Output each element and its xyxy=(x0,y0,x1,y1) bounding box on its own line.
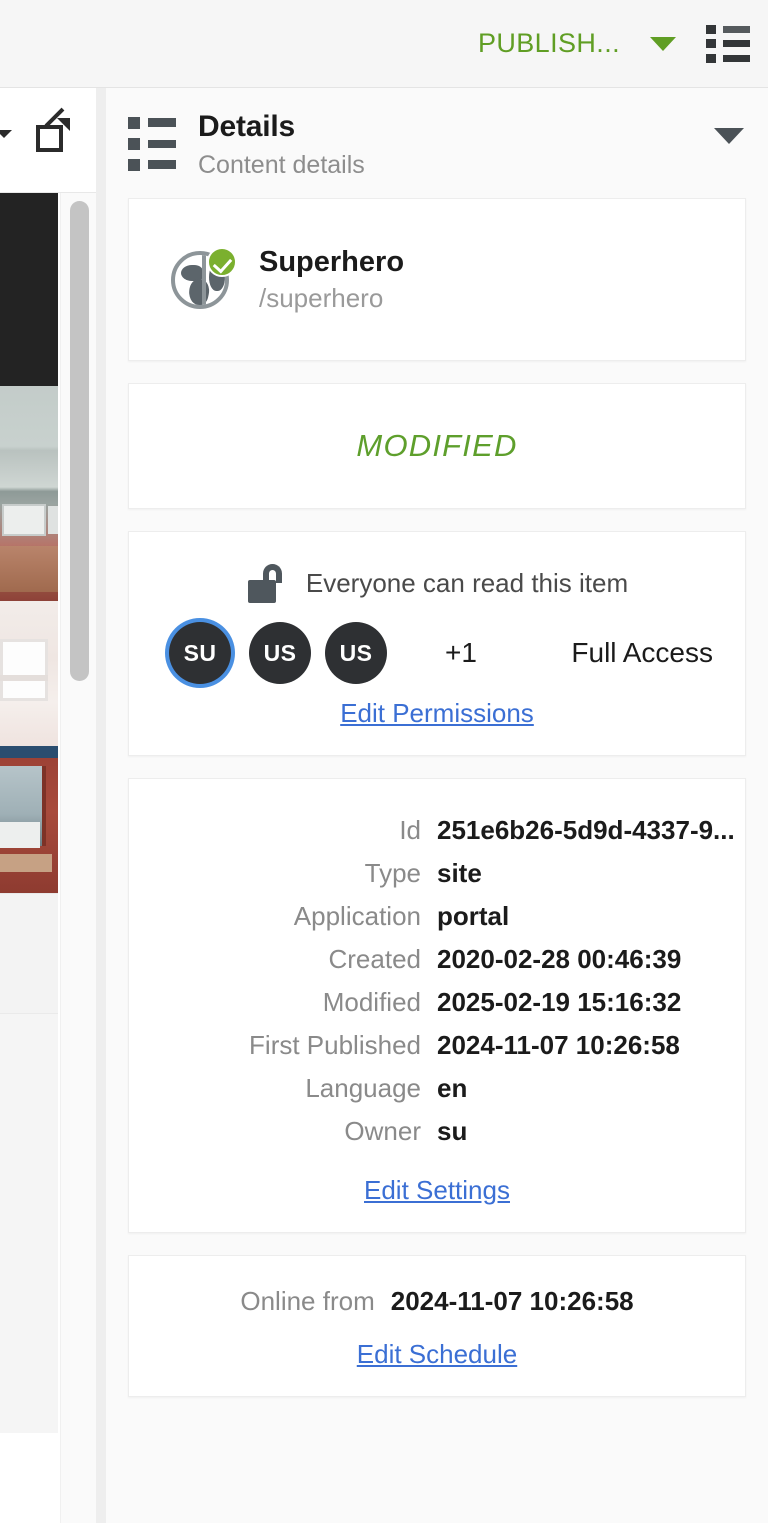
metadata-value: portal xyxy=(437,901,510,931)
metadata-label: Type xyxy=(364,858,421,888)
status-badge: MODIFIED xyxy=(356,428,518,463)
metadata-label: Modified xyxy=(322,987,421,1017)
metadata-label: Application xyxy=(293,901,421,931)
panel-collapse-caret-icon[interactable] xyxy=(714,128,744,144)
metadata-value: 2025-02-19 15:16:32 xyxy=(437,987,682,1017)
page-title: Details xyxy=(198,110,295,143)
list-item[interactable] xyxy=(0,1013,58,1433)
app-root: PUBLISH... Details Content details Super… xyxy=(0,0,768,1523)
metadata-value: site xyxy=(437,858,482,888)
schedule-label: Online from xyxy=(240,1286,375,1316)
metadata-value: 2024-11-07 10:26:58 xyxy=(437,1030,680,1060)
table-row: Id 251e6b26-5d9d-4337-9... xyxy=(129,809,745,852)
toolbar-caret-icon[interactable] xyxy=(0,130,12,138)
details-panel-toggle-icon[interactable] xyxy=(706,24,750,63)
table-row: Type site xyxy=(129,852,745,895)
permissions-card: Everyone can read this item SU US US +1 … xyxy=(128,531,746,756)
schedule-row: Online from 2024-11-07 10:26:58 xyxy=(129,1286,745,1317)
external-link-icon[interactable] xyxy=(36,107,70,152)
content-path: /superhero xyxy=(259,283,384,314)
metadata-value: su xyxy=(437,1116,468,1146)
avatar[interactable]: US xyxy=(325,622,387,684)
edit-settings-link[interactable]: Edit Settings xyxy=(129,1175,745,1206)
metadata-card: Id 251e6b26-5d9d-4337-9... Type site App… xyxy=(128,778,746,1233)
metadata-value: en xyxy=(437,1073,468,1103)
content-name: Superhero xyxy=(259,245,405,278)
unlocked-padlock-icon xyxy=(246,562,288,604)
publish-dropdown-caret-icon[interactable] xyxy=(650,36,676,51)
avatar-overflow-count: +1 xyxy=(445,637,477,668)
table-row: First Published 2024-11-07 10:26:58 xyxy=(129,1024,745,1067)
content-summary-card[interactable]: Superhero /superhero xyxy=(128,198,746,361)
metadata-label: Id xyxy=(399,815,421,845)
metadata-table: Id 251e6b26-5d9d-4337-9... Type site App… xyxy=(129,809,745,1153)
list-item[interactable] xyxy=(0,758,58,893)
metadata-label: Language xyxy=(305,1073,421,1103)
panel-divider xyxy=(96,88,106,1523)
schedule-value: 2024-11-07 10:26:58 xyxy=(390,1286,634,1316)
avatar[interactable]: SU xyxy=(169,622,231,684)
metadata-label: Created xyxy=(328,944,422,974)
scrollbar-thumb[interactable] xyxy=(70,201,89,681)
metadata-value: 2020-02-28 00:46:39 xyxy=(437,944,682,974)
top-toolbar: PUBLISH... xyxy=(0,0,768,88)
vertical-scrollbar[interactable] xyxy=(60,193,96,1523)
details-cards: Superhero /superhero MODIFIED Everyone c… xyxy=(106,198,768,1397)
details-panel: Details Content details Superhero /super… xyxy=(106,88,768,1523)
status-card: MODIFIED xyxy=(128,383,746,509)
thumbnail-column[interactable] xyxy=(0,193,58,1523)
schedule-card: Online from 2024-11-07 10:26:58 Edit Sch… xyxy=(128,1255,746,1397)
edit-permissions-link[interactable]: Edit Permissions xyxy=(129,698,745,729)
page-subtitle: Content details xyxy=(198,150,365,179)
list-item[interactable] xyxy=(0,893,58,1013)
details-list-icon xyxy=(128,116,176,171)
edit-schedule-link[interactable]: Edit Schedule xyxy=(129,1339,745,1370)
details-panel-header: Details Content details xyxy=(106,88,768,198)
table-row: Owner su xyxy=(129,1110,745,1153)
table-row: Modified 2025-02-19 15:16:32 xyxy=(129,981,745,1024)
publish-button[interactable]: PUBLISH... xyxy=(472,24,626,63)
list-item-selected-indicator xyxy=(0,746,58,758)
avatar[interactable]: US xyxy=(249,622,311,684)
metadata-label: Owner xyxy=(344,1116,421,1146)
permissions-avatars-row: SU US US +1 Full Access xyxy=(129,622,745,684)
left-toolbar xyxy=(0,88,96,193)
table-row: Application portal xyxy=(129,895,745,938)
list-item[interactable] xyxy=(0,193,58,386)
list-item[interactable] xyxy=(0,386,58,601)
left-content-strip xyxy=(0,88,96,1523)
list-item[interactable] xyxy=(0,601,58,746)
permissions-summary-row: Everyone can read this item xyxy=(129,562,745,604)
table-row: Created 2020-02-28 00:46:39 xyxy=(129,938,745,981)
metadata-label: First Published xyxy=(249,1030,421,1060)
table-row: Language en xyxy=(129,1067,745,1110)
metadata-value: 251e6b26-5d9d-4337-9... xyxy=(437,815,735,845)
permissions-summary-text: Everyone can read this item xyxy=(305,567,629,598)
globe-online-icon xyxy=(171,246,237,311)
access-level-label: Full Access xyxy=(571,637,713,668)
